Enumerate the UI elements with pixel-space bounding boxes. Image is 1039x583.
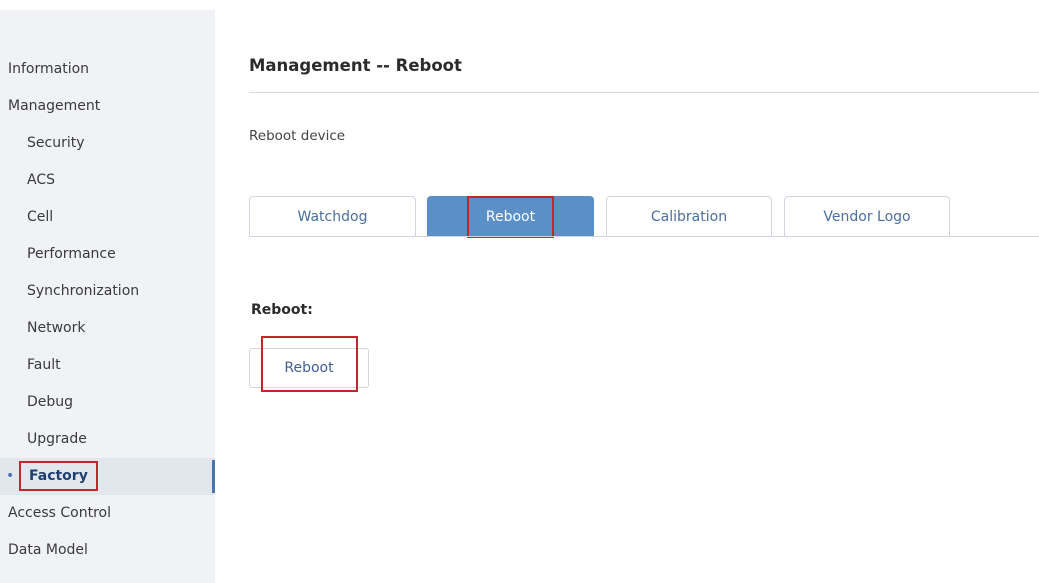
tab-calibration[interactable]: Calibration bbox=[606, 196, 772, 236]
sidebar-item-information[interactable]: Information bbox=[0, 51, 215, 88]
tab-label: Watchdog bbox=[297, 209, 368, 225]
tab-label: Reboot bbox=[466, 196, 555, 238]
main-content: Management -- Reboot Reboot device Watch… bbox=[249, 0, 1039, 583]
sidebar-item-factory[interactable]: • Factory bbox=[0, 458, 215, 495]
sidebar-item-label: Upgrade bbox=[27, 431, 87, 447]
tab-label: Vendor Logo bbox=[823, 209, 911, 225]
sidebar-menu: Information Management Security ACS Cell… bbox=[0, 51, 215, 569]
tab-bar: Watchdog Reboot Calibration Vendor Logo bbox=[249, 196, 1039, 238]
section-label: Reboot: bbox=[251, 302, 313, 318]
sidebar-item-label: ACS bbox=[27, 172, 55, 188]
active-bullet-icon: • bbox=[6, 468, 15, 484]
page-description: Reboot device bbox=[249, 128, 346, 144]
sidebar-item-label: Information bbox=[8, 61, 90, 77]
tab-watchdog[interactable]: Watchdog bbox=[249, 196, 416, 236]
sidebar-item-label: Performance bbox=[27, 246, 116, 262]
sidebar-item-label: Management bbox=[8, 98, 101, 114]
sidebar-item-management[interactable]: Management bbox=[0, 88, 215, 125]
page-title: Management -- Reboot bbox=[249, 56, 462, 75]
sidebar-item-label: Synchronization bbox=[27, 283, 140, 299]
sidebar-item-label: Access Control bbox=[8, 505, 111, 521]
sidebar-item-performance[interactable]: Performance bbox=[0, 236, 215, 273]
sidebar-item-debug[interactable]: Debug bbox=[0, 384, 215, 421]
sidebar-item-access-control[interactable]: Access Control bbox=[0, 495, 215, 532]
tab-reboot[interactable]: Reboot bbox=[427, 196, 594, 238]
sidebar-item-label: Data Model bbox=[8, 542, 88, 558]
sidebar-item-security[interactable]: Security bbox=[0, 125, 215, 162]
title-divider bbox=[249, 92, 1039, 93]
sidebar-nav: Information Management Security ACS Cell… bbox=[0, 10, 215, 583]
sidebar-item-cell[interactable]: Cell bbox=[0, 199, 215, 236]
tab-bar-divider bbox=[249, 236, 1039, 237]
tab-vendor-logo[interactable]: Vendor Logo bbox=[784, 196, 950, 236]
sidebar-item-synchronization[interactable]: Synchronization bbox=[0, 273, 215, 310]
sidebar-item-upgrade[interactable]: Upgrade bbox=[0, 421, 215, 458]
sidebar-item-network[interactable]: Network bbox=[0, 310, 215, 347]
sidebar-item-label: Network bbox=[27, 320, 86, 336]
sidebar-item-fault[interactable]: Fault bbox=[0, 347, 215, 384]
sidebar-item-data-model[interactable]: Data Model bbox=[0, 532, 215, 569]
sidebar-item-label: Factory bbox=[19, 461, 98, 491]
sidebar-item-label: Fault bbox=[27, 357, 61, 373]
sidebar-item-label: Cell bbox=[27, 209, 54, 225]
sidebar-item-label: Debug bbox=[27, 394, 74, 410]
tab-label: Calibration bbox=[650, 209, 728, 225]
sidebar-item-label: Security bbox=[27, 135, 85, 151]
sidebar-item-acs[interactable]: ACS bbox=[0, 162, 215, 199]
reboot-button[interactable]: Reboot bbox=[249, 348, 369, 388]
